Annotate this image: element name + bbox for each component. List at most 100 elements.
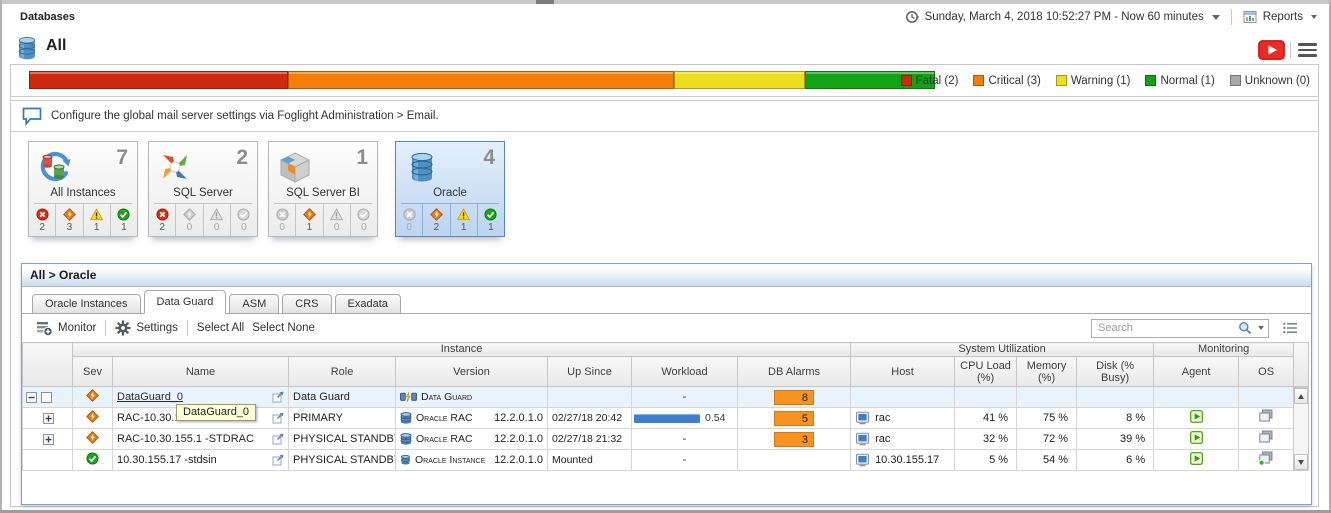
breadcrumb[interactable]: Databases bbox=[20, 11, 75, 23]
collapse-icon[interactable] bbox=[26, 391, 37, 403]
select-none-button[interactable]: Select None bbox=[248, 322, 319, 334]
memory-cell: 54 % bbox=[1016, 449, 1078, 471]
panel-breadcrumb: All > Oracle bbox=[22, 264, 1311, 287]
column-header-host[interactable]: Host bbox=[850, 356, 956, 387]
version-cell: Oracle RAC 12.2.0.1.0 bbox=[395, 428, 548, 450]
name-cell: RAC-10.30.155.1 -STDRAC bbox=[112, 428, 289, 450]
db-alarms-cell bbox=[736, 449, 852, 471]
version-cell: Oracle RAC 12.2.0.1.0 bbox=[395, 407, 548, 429]
column-header-version[interactable]: Version bbox=[395, 356, 548, 387]
host-cell: rac bbox=[850, 428, 956, 450]
agent-icon[interactable] bbox=[1189, 452, 1203, 465]
column-header-sev[interactable]: Sev bbox=[72, 356, 113, 387]
fatal-swatch-icon bbox=[900, 75, 912, 86]
sql-server-icon bbox=[157, 149, 193, 185]
status-count: 1 bbox=[306, 221, 313, 233]
column-header-db-alarms[interactable]: DB Alarms bbox=[736, 356, 852, 387]
search-box bbox=[1091, 318, 1269, 338]
vertical-scrollbar[interactable] bbox=[1293, 387, 1309, 471]
status-count: 1 bbox=[460, 221, 467, 233]
menu-icon[interactable] bbox=[1296, 41, 1319, 59]
role-cell: Data Guard bbox=[288, 386, 396, 408]
external-link-icon[interactable] bbox=[272, 454, 284, 466]
settings-button[interactable]: Settings bbox=[111, 320, 182, 336]
tab-asm[interactable]: ASM bbox=[229, 294, 280, 314]
divider bbox=[105, 320, 107, 336]
sql-server-bi-icon bbox=[277, 149, 313, 185]
memory-cell: 75 % bbox=[1016, 407, 1078, 429]
row-checkbox[interactable] bbox=[41, 391, 52, 403]
search-caret-icon[interactable] bbox=[1258, 326, 1264, 330]
time-range-caret-icon[interactable] bbox=[1211, 14, 1220, 20]
tile-count: 2 bbox=[236, 146, 248, 169]
column-header-agent[interactable]: Agent bbox=[1153, 356, 1240, 387]
host-name: rac bbox=[875, 412, 891, 424]
monitor-button[interactable]: Monitor bbox=[32, 320, 100, 336]
product-name: Oracle Instance bbox=[415, 454, 486, 466]
os-icon[interactable] bbox=[1258, 409, 1274, 424]
status-cell-normal: 1 bbox=[476, 204, 504, 236]
column-header-cpu-load-[interactable]: CPU Load (%) bbox=[954, 356, 1018, 387]
severity-cell bbox=[72, 407, 113, 429]
tile-sql-server[interactable]: 2 SQL Server 2 0 0 0 bbox=[148, 141, 258, 237]
divider bbox=[1230, 9, 1232, 25]
status-count: 1 bbox=[488, 221, 494, 233]
db-alarms-badge[interactable]: 3 bbox=[774, 431, 815, 447]
column-header-name[interactable]: Name bbox=[112, 356, 289, 387]
reports-caret-icon[interactable] bbox=[1311, 15, 1317, 19]
status-cell-warning: 1 bbox=[82, 204, 110, 236]
version-number: 12.2.0.1.0 bbox=[494, 454, 543, 466]
customize-icon[interactable] bbox=[1282, 321, 1298, 335]
status-count: 0 bbox=[186, 221, 193, 233]
fatal-bar-segment[interactable] bbox=[29, 71, 288, 89]
time-range-label[interactable]: Sunday, March 4, 2018 10:52:27 PM - Now … bbox=[925, 11, 1204, 23]
all-instances-icon bbox=[37, 149, 73, 185]
name-tooltip: DataGuard_0 bbox=[176, 404, 257, 421]
product-name: Data Guard bbox=[421, 391, 473, 403]
warning-bar-segment[interactable] bbox=[674, 71, 805, 89]
agent-icon[interactable] bbox=[1189, 410, 1203, 423]
tab-crs[interactable]: CRS bbox=[282, 294, 332, 314]
instance-name-link[interactable]: RAC-10.30.155.1 -STDRAC bbox=[117, 433, 268, 445]
tab-exadata[interactable]: Exadata bbox=[334, 294, 401, 314]
status-cell-normal: 0 bbox=[349, 204, 377, 236]
db-alarms-cell: 5 bbox=[736, 407, 852, 429]
agent-icon[interactable] bbox=[1189, 431, 1203, 444]
column-header-role[interactable]: Role bbox=[288, 356, 396, 387]
select-all-button[interactable]: Select All bbox=[193, 322, 248, 334]
search-icon[interactable] bbox=[1238, 321, 1252, 335]
external-link-icon[interactable] bbox=[272, 412, 284, 424]
table-row: RAC-10.30.155.1 -STDRAC PHYSICAL STANDBY… bbox=[22, 428, 1295, 450]
column-header-disk-busy-[interactable]: Disk (% Busy) bbox=[1076, 356, 1155, 387]
db-alarms-badge[interactable]: 5 bbox=[774, 410, 815, 426]
tile-sql-server-bi[interactable]: 1 SQL Server BI 0 1 0 0 bbox=[268, 141, 378, 237]
expand-icon[interactable] bbox=[43, 433, 54, 445]
scroll-down-button[interactable] bbox=[1294, 454, 1308, 470]
external-link-icon[interactable] bbox=[272, 391, 284, 403]
tile-oracle[interactable]: 4 Oracle 0 2 1 1 bbox=[395, 141, 505, 237]
os-icon[interactable] bbox=[1258, 451, 1274, 466]
expand-icon[interactable] bbox=[43, 412, 54, 424]
column-header-up-since[interactable]: Up Since bbox=[547, 356, 632, 387]
db-alarms-badge[interactable]: 8 bbox=[774, 389, 815, 405]
alarm-legend: Fatal (2) Critical (3) Warning (1) Norma… bbox=[900, 65, 1310, 96]
critical-icon bbox=[86, 431, 99, 444]
column-header-memory-[interactable]: Memory (%) bbox=[1016, 356, 1078, 387]
fatal-icon bbox=[403, 207, 416, 221]
scroll-up-button[interactable] bbox=[1294, 388, 1308, 404]
tile-all-instances[interactable]: 7 All Instances 2 3 1 1 bbox=[28, 141, 138, 237]
legend-label: Unknown (0) bbox=[1244, 74, 1310, 87]
instance-name-link[interactable]: 10.30.155.17 -stdsin bbox=[117, 454, 268, 466]
critical-bar-segment[interactable] bbox=[287, 71, 675, 89]
search-input[interactable] bbox=[1096, 321, 1234, 335]
external-link-icon[interactable] bbox=[272, 433, 284, 445]
tab-oracle-instances[interactable]: Oracle Instances bbox=[32, 294, 141, 314]
instance-name-link[interactable]: DataGuard_0 bbox=[117, 391, 268, 403]
tab-data-guard[interactable]: Data Guard bbox=[143, 290, 227, 314]
reports-icon bbox=[1243, 10, 1257, 24]
column-header-os[interactable]: OS bbox=[1238, 356, 1295, 387]
video-icon[interactable] bbox=[1258, 40, 1285, 60]
os-icon[interactable] bbox=[1258, 430, 1274, 445]
column-header-workload[interactable]: Workload bbox=[631, 356, 738, 387]
reports-button[interactable]: Reports bbox=[1263, 11, 1303, 23]
